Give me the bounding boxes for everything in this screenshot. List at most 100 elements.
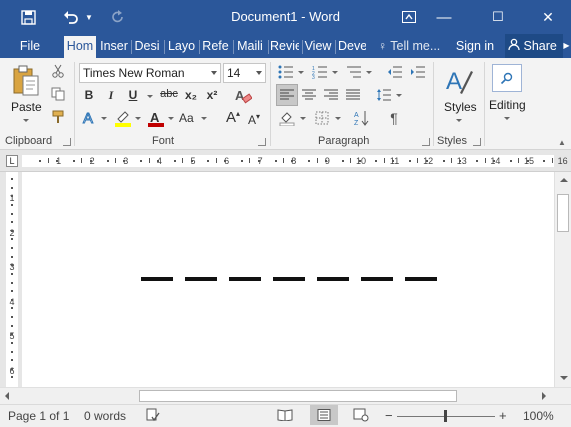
tab-selector[interactable]: L <box>6 155 18 167</box>
copy-icon[interactable] <box>50 86 66 102</box>
format-painter-icon[interactable] <box>50 109 66 125</box>
redo-icon[interactable] <box>108 0 128 34</box>
font-color-dropdown-icon[interactable] <box>168 117 174 120</box>
tell-me-search[interactable]: ♀ Tell me... <box>378 34 444 58</box>
underline-dropdown-icon[interactable] <box>147 95 153 98</box>
styles-icon[interactable]: A <box>443 64 475 98</box>
vertical-ruler[interactable]: 123456 <box>0 172 22 387</box>
cut-icon[interactable] <box>50 63 66 79</box>
text-effects-dropdown-icon[interactable] <box>101 117 107 120</box>
font-launcher-icon[interactable] <box>258 138 266 146</box>
bullets-dropdown-icon[interactable] <box>298 71 304 74</box>
styles-launcher-icon[interactable] <box>473 138 481 146</box>
tab-file[interactable]: File <box>14 34 46 58</box>
zoom-out-button[interactable]: − <box>385 408 393 423</box>
collapse-ribbon-icon[interactable]: ▲ <box>557 138 567 147</box>
tab-home[interactable]: Hom <box>64 36 96 58</box>
bold-button[interactable]: B <box>81 88 97 102</box>
sort-icon[interactable]: AZ <box>352 108 372 128</box>
justify-icon[interactable] <box>343 85 363 105</box>
highlight-dropdown-icon[interactable] <box>135 117 141 120</box>
shading-dropdown-icon[interactable] <box>300 117 306 120</box>
underline-button[interactable]: U <box>125 88 141 102</box>
proofing-icon[interactable] <box>144 407 162 423</box>
font-size-combo[interactable]: 14 <box>223 63 266 83</box>
align-right-icon[interactable] <box>321 85 341 105</box>
chevron-down-icon[interactable] <box>256 71 262 75</box>
share-button[interactable]: Share <box>505 34 563 58</box>
borders-dropdown-icon[interactable] <box>335 117 341 120</box>
scroll-right-icon[interactable] <box>542 392 546 400</box>
tab-review[interactable]: Revie <box>270 34 299 58</box>
maximize-button[interactable]: ☐ <box>486 0 510 34</box>
superscript-button[interactable]: x² <box>204 88 220 102</box>
align-left-icon[interactable] <box>276 84 298 106</box>
numbering-icon[interactable]: 123 <box>311 64 329 80</box>
shading-icon[interactable] <box>277 108 297 128</box>
paragraph-launcher-icon[interactable] <box>422 138 430 146</box>
clear-formatting-icon[interactable]: A <box>233 87 253 105</box>
find-icon[interactable] <box>492 64 522 92</box>
zoom-in-button[interactable]: + <box>499 408 507 423</box>
numbering-dropdown-icon[interactable] <box>332 71 338 74</box>
scroll-down-icon[interactable] <box>560 376 568 380</box>
horizontal-ruler[interactable]: L 1 2 3 4 5 6 7 8 9 10 11 12 13 14 15 16 <box>0 150 571 172</box>
paste-dropdown-icon[interactable] <box>23 119 29 122</box>
clipboard-launcher-icon[interactable] <box>63 138 71 146</box>
text-effects-icon[interactable]: A <box>81 109 99 128</box>
save-icon[interactable] <box>18 0 38 34</box>
undo-dropdown-icon[interactable]: ▼ <box>84 0 94 34</box>
document-canvas[interactable] <box>22 172 554 387</box>
styles-dropdown-icon[interactable] <box>456 119 462 122</box>
paste-icon[interactable] <box>10 64 42 98</box>
close-button[interactable]: ✕ <box>536 0 560 34</box>
highlight-icon[interactable] <box>113 108 133 128</box>
strikethrough-button[interactable]: abc <box>159 88 179 100</box>
tab-design[interactable]: Desi <box>133 34 161 58</box>
change-case-dropdown-icon[interactable] <box>201 117 207 120</box>
ribbon-display-options-icon[interactable] <box>398 0 420 34</box>
show-formatting-marks-icon[interactable]: ¶ <box>384 108 404 128</box>
scroll-left-icon[interactable] <box>5 392 9 400</box>
vertical-scrollbar[interactable] <box>554 172 571 387</box>
zoom-slider-thumb[interactable] <box>444 410 447 422</box>
horizontal-scrollbar[interactable] <box>0 387 571 404</box>
italic-button[interactable]: I <box>103 88 119 103</box>
tab-view[interactable]: View <box>304 34 332 58</box>
print-layout-icon[interactable] <box>310 405 338 425</box>
increase-indent-icon[interactable] <box>409 64 427 80</box>
web-layout-icon[interactable] <box>352 407 370 423</box>
vertical-scroll-thumb[interactable] <box>557 194 569 232</box>
tab-mailings[interactable]: Maili <box>235 34 265 58</box>
tab-insert[interactable]: Inser <box>99 34 129 58</box>
sign-in-link[interactable]: Sign in <box>452 34 498 58</box>
change-case-button[interactable]: Aa <box>179 111 194 125</box>
editing-dropdown-icon[interactable] <box>504 117 510 120</box>
tab-scroll-right-icon[interactable]: ▶ <box>562 34 571 58</box>
grow-font-button[interactable]: A▴ <box>226 109 240 126</box>
borders-icon[interactable] <box>312 108 332 128</box>
horizontal-scroll-thumb[interactable] <box>139 390 457 402</box>
line-spacing-dropdown-icon[interactable] <box>396 94 402 97</box>
minimize-button[interactable]: — <box>432 0 456 34</box>
paste-button-label[interactable]: Paste <box>11 100 42 114</box>
tab-developer[interactable]: Deve <box>338 34 366 58</box>
font-color-icon[interactable]: A <box>146 108 166 128</box>
word-count[interactable]: 0 words <box>84 409 126 423</box>
read-mode-icon[interactable] <box>276 407 294 423</box>
multilevel-list-icon[interactable] <box>345 64 363 80</box>
bullets-icon[interactable] <box>277 64 295 80</box>
document-page[interactable] <box>22 172 554 387</box>
page-count[interactable]: Page 1 of 1 <box>8 409 69 423</box>
styles-button-label[interactable]: Styles <box>444 100 477 114</box>
line-spacing-icon[interactable] <box>374 85 394 105</box>
scroll-up-icon[interactable] <box>560 178 568 182</box>
tab-layout[interactable]: Layo <box>167 34 196 58</box>
align-center-icon[interactable] <box>299 85 319 105</box>
font-name-combo[interactable]: Times New Roman <box>79 63 221 83</box>
multilevel-dropdown-icon[interactable] <box>366 71 372 74</box>
chevron-down-icon[interactable] <box>211 71 217 75</box>
shrink-font-button[interactable]: A▾ <box>248 112 260 127</box>
undo-icon[interactable] <box>60 0 82 34</box>
tab-references[interactable]: Refe <box>201 34 230 58</box>
